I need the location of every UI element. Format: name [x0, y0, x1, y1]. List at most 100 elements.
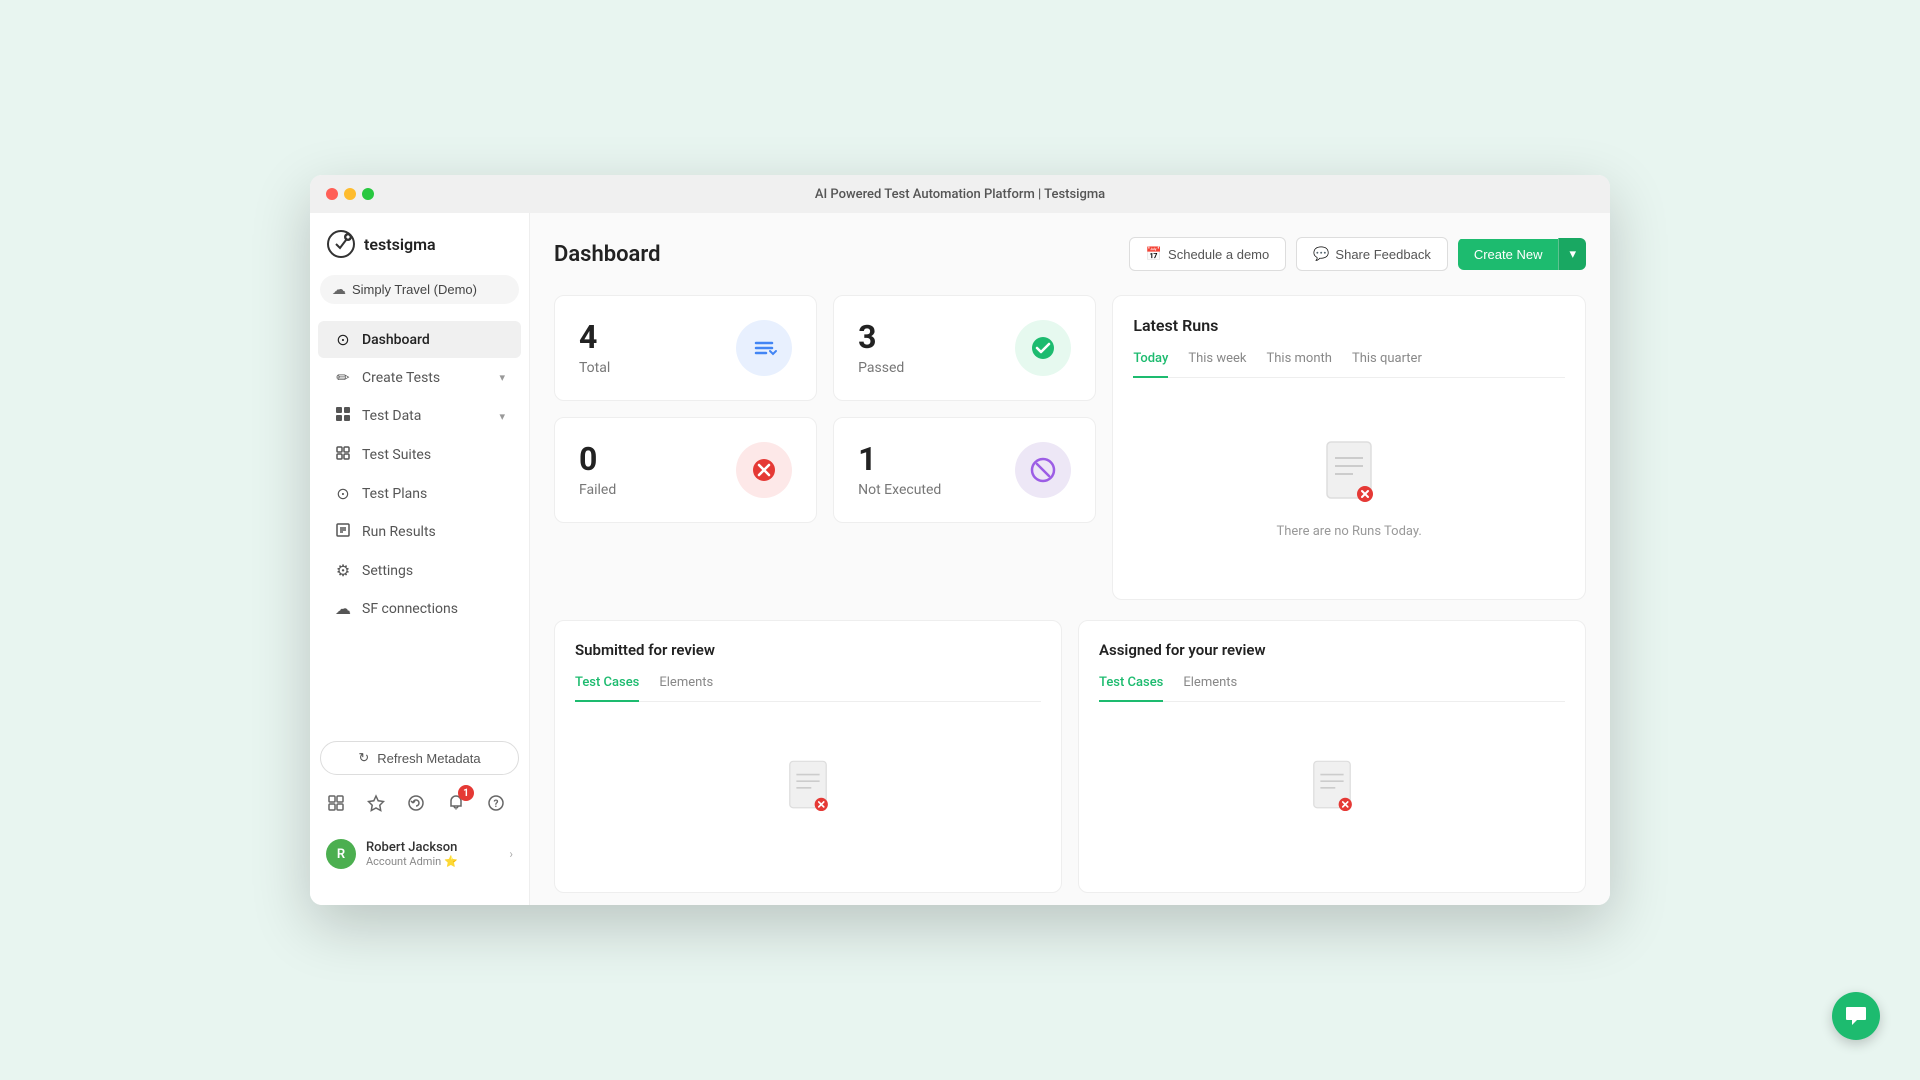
sidebar-item-test-data[interactable]: Test Data ▾ [318, 397, 521, 435]
sidebar-item-label: Run Results [362, 524, 436, 540]
chat-button[interactable] [1832, 992, 1880, 1040]
refresh-label: Refresh Metadata [377, 751, 480, 766]
calendar-icon: 📅 [1146, 246, 1162, 262]
create-new-dropdown[interactable]: ▾ [1558, 238, 1586, 270]
sidebar-item-label: SF connections [362, 601, 458, 617]
sidebar-nav: ⊙ Dashboard ✏ Create Tests ▾ Test Data ▾ [310, 320, 529, 628]
updates-button[interactable] [400, 787, 432, 819]
latest-runs-tabs: Today This week This month This quarter [1133, 351, 1565, 378]
favorites-button[interactable] [360, 787, 392, 819]
grid-view-button[interactable] [320, 787, 352, 819]
submitted-tab-test-cases[interactable]: Test Cases [575, 675, 639, 702]
notifications-button[interactable]: 1 [440, 787, 472, 819]
logo-text: testsigma [364, 235, 436, 254]
app-window: AI Powered Test Automation Platform | Te… [310, 175, 1610, 905]
sidebar-item-label: Test Plans [362, 486, 427, 502]
review-grid: Submitted for review Test Cases Elements [554, 620, 1586, 893]
stat-passed-info: 3 Passed [858, 320, 904, 375]
stats-grid: 4 Total [554, 295, 1586, 600]
sidebar-item-test-suites[interactable]: Test Suites [318, 436, 521, 474]
stat-not-executed-number: 1 [858, 442, 941, 477]
sidebar-item-settings[interactable]: ⚙ Settings [318, 552, 521, 589]
chevron-down-icon: ▾ [499, 410, 505, 423]
feedback-icon: 💬 [1313, 246, 1329, 262]
passed-icon [1015, 320, 1071, 376]
run-results-icon [334, 522, 352, 542]
assigned-tab-test-cases[interactable]: Test Cases [1099, 675, 1163, 702]
page-title: Dashboard [554, 242, 660, 267]
assigned-empty-icon [1307, 758, 1357, 820]
sidebar-item-dashboard[interactable]: ⊙ Dashboard [318, 321, 521, 358]
schedule-demo-button[interactable]: 📅 Schedule a demo [1129, 237, 1286, 271]
notification-badge: 1 [458, 785, 474, 801]
stat-total-number: 4 [579, 320, 610, 355]
app-body: testsigma ☁ Simply Travel (Demo) ⊙ Dashb… [310, 213, 1610, 905]
create-new-main[interactable]: Create New [1458, 239, 1559, 270]
tab-this-quarter[interactable]: This quarter [1352, 351, 1422, 378]
latest-runs-empty: There are no Runs Today. [1133, 398, 1565, 579]
workspace-selector[interactable]: ☁ Simply Travel (Demo) [320, 275, 519, 304]
chevron-down-icon: ▾ [499, 371, 505, 384]
stat-total-label: Total [579, 360, 610, 376]
help-button[interactable]: ? [480, 787, 512, 819]
user-name: Robert Jackson [366, 840, 499, 855]
titlebar: AI Powered Test Automation Platform | Te… [310, 175, 1610, 213]
latest-runs-empty-text: There are no Runs Today. [1277, 524, 1422, 539]
not-executed-icon [1015, 442, 1071, 498]
star-icon: ⭐ [444, 855, 458, 868]
sidebar-item-create-tests[interactable]: ✏ Create Tests ▾ [318, 359, 521, 396]
failed-icon [736, 442, 792, 498]
sidebar-item-label: Dashboard [362, 332, 430, 348]
main-header: Dashboard 📅 Schedule a demo 💬 Share Feed… [554, 237, 1586, 271]
assigned-review-card: Assigned for your review Test Cases Elem… [1078, 620, 1586, 893]
settings-icon: ⚙ [334, 561, 352, 580]
user-profile[interactable]: R Robert Jackson Account Admin ⭐ › [320, 831, 519, 877]
stat-passed-number: 3 [858, 320, 904, 355]
share-feedback-label: Share Feedback [1335, 247, 1430, 262]
main-content: Dashboard 📅 Schedule a demo 💬 Share Feed… [530, 213, 1610, 905]
test-data-icon [334, 406, 352, 426]
refresh-icon: ↻ [358, 750, 369, 766]
sidebar-bottom: ↻ Refresh Metadata 1 [310, 729, 529, 889]
tab-this-week[interactable]: This week [1188, 351, 1246, 378]
submitted-tab-elements[interactable]: Elements [659, 675, 713, 702]
create-new-button[interactable]: Create New ▾ [1458, 238, 1586, 270]
refresh-metadata-button[interactable]: ↻ Refresh Metadata [320, 741, 519, 775]
share-feedback-button[interactable]: 💬 Share Feedback [1296, 237, 1448, 271]
stat-failed: 0 Failed [554, 417, 817, 523]
user-role: Account Admin ⭐ [366, 855, 499, 868]
sidebar-item-run-results[interactable]: Run Results [318, 513, 521, 551]
fullscreen-btn[interactable] [362, 188, 374, 200]
stats-left-col: 4 Total [554, 295, 817, 523]
user-info: Robert Jackson Account Admin ⭐ [366, 840, 499, 868]
avatar: R [326, 839, 356, 869]
close-btn[interactable] [326, 188, 338, 200]
sidebar-item-label: Create Tests [362, 370, 440, 386]
minimize-btn[interactable] [344, 188, 356, 200]
stat-passed: 3 Passed [833, 295, 1096, 401]
sidebar-item-test-plans[interactable]: ⊙ Test Plans [318, 475, 521, 512]
stats-right-col: 3 Passed 1 Not Execu [833, 295, 1096, 523]
sidebar-item-sf-connections[interactable]: ☁ SF connections [318, 590, 521, 627]
assigned-review-title: Assigned for your review [1099, 641, 1565, 659]
workspace-name: Simply Travel (Demo) [352, 282, 477, 297]
total-icon [736, 320, 792, 376]
sf-connections-icon: ☁ [334, 599, 352, 618]
tab-this-month[interactable]: This month [1267, 351, 1332, 378]
testsigma-logo-icon [326, 229, 356, 259]
bottom-icons-row: 1 ? [320, 787, 519, 819]
tab-today[interactable]: Today [1133, 351, 1168, 378]
dashboard-icon: ⊙ [334, 330, 352, 349]
submitted-review-tabs: Test Cases Elements [575, 675, 1041, 702]
logo: testsigma [310, 229, 529, 275]
stat-failed-info: 0 Failed [579, 442, 616, 497]
latest-runs-title: Latest Runs [1133, 316, 1565, 335]
header-actions: 📅 Schedule a demo 💬 Share Feedback Creat… [1129, 237, 1586, 271]
assigned-tab-elements[interactable]: Elements [1183, 675, 1237, 702]
sidebar-item-label: Test Suites [362, 447, 431, 463]
create-tests-icon: ✏ [334, 368, 352, 387]
sidebar: testsigma ☁ Simply Travel (Demo) ⊙ Dashb… [310, 213, 530, 905]
stat-total: 4 Total [554, 295, 817, 401]
stat-failed-label: Failed [579, 482, 616, 498]
chevron-right-icon: › [509, 847, 513, 861]
